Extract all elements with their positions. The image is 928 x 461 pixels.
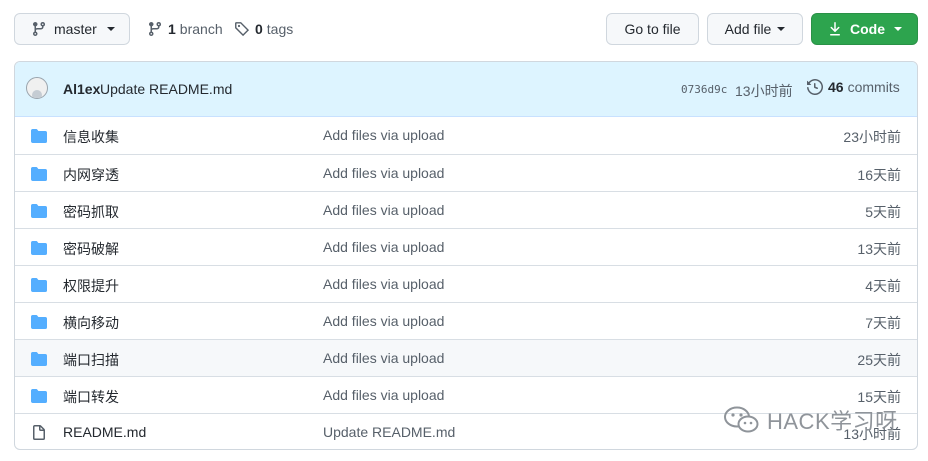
file-browser: Al1ex Update README.md 0736d9c 13小时前 46 … bbox=[14, 61, 918, 450]
add-file-label: Add file bbox=[724, 21, 772, 37]
repo-toolbar: master 1 branch 0 tags Go to file Add fi… bbox=[14, 13, 918, 45]
branch-count-label: branch bbox=[179, 21, 223, 37]
go-to-file-button[interactable]: Go to file bbox=[606, 13, 699, 45]
file-name[interactable]: 端口转发 bbox=[63, 387, 119, 407]
chevron-down-icon bbox=[777, 27, 786, 31]
folder-icon bbox=[31, 241, 47, 255]
file-age: 4天前 bbox=[865, 278, 901, 294]
folder-icon bbox=[31, 167, 47, 181]
file-commit-message[interactable]: Update README.md bbox=[323, 424, 455, 440]
tag-icon bbox=[235, 22, 250, 37]
folder-icon bbox=[31, 389, 47, 403]
commit-count-label: commits bbox=[847, 79, 900, 95]
download-icon bbox=[830, 22, 840, 36]
commit-message[interactable]: Update README.md bbox=[100, 81, 232, 97]
file-age: 7天前 bbox=[865, 315, 901, 331]
latest-commit-bar: Al1ex Update README.md 0736d9c 13小时前 46 … bbox=[15, 62, 917, 117]
folder-icon bbox=[31, 129, 47, 143]
folder-icon bbox=[31, 315, 47, 329]
branch-select-button[interactable]: master bbox=[14, 13, 130, 45]
table-row[interactable]: 信息收集 Add files via upload 23小时前 bbox=[15, 117, 917, 154]
table-row[interactable]: 端口扫描 Add files via upload 25天前 bbox=[15, 339, 917, 376]
history-icon bbox=[807, 79, 823, 95]
table-row[interactable]: 密码抓取 Add files via upload 5天前 bbox=[15, 191, 917, 228]
file-age: 25天前 bbox=[857, 352, 901, 368]
tag-count-label: tags bbox=[266, 21, 294, 37]
branches-link[interactable]: 1 branch bbox=[147, 13, 223, 45]
file-age: 23小时前 bbox=[843, 129, 901, 145]
watermark: HACK学习呀 bbox=[723, 404, 898, 436]
git-branch-icon bbox=[32, 22, 45, 37]
commit-sha[interactable]: 0736d9c bbox=[681, 83, 727, 96]
file-icon bbox=[33, 425, 45, 440]
file-name[interactable]: 权限提升 bbox=[63, 276, 119, 296]
file-age: 16天前 bbox=[857, 167, 901, 183]
file-name[interactable]: 内网穿透 bbox=[63, 165, 119, 185]
commits-link[interactable]: 46 commits bbox=[807, 79, 900, 95]
file-name[interactable]: 密码抓取 bbox=[63, 202, 119, 222]
file-commit-message[interactable]: Add files via upload bbox=[323, 387, 444, 403]
avatar[interactable] bbox=[26, 77, 48, 99]
branch-count: 1 bbox=[168, 21, 176, 37]
commit-count: 46 bbox=[828, 79, 844, 95]
file-name[interactable]: README.md bbox=[63, 424, 146, 440]
code-label: Code bbox=[850, 21, 885, 37]
watermark-text: HACK学习呀 bbox=[767, 409, 898, 434]
tags-link[interactable]: 0 tags bbox=[234, 13, 293, 45]
commit-time: 13小时前 bbox=[735, 83, 793, 99]
file-commit-message[interactable]: Add files via upload bbox=[323, 165, 444, 181]
code-button[interactable]: Code bbox=[811, 13, 918, 45]
folder-icon bbox=[31, 278, 47, 292]
wechat-icon bbox=[724, 406, 759, 433]
file-name[interactable]: 横向移动 bbox=[63, 313, 119, 333]
file-name[interactable]: 密码破解 bbox=[63, 239, 119, 259]
file-commit-message[interactable]: Add files via upload bbox=[323, 127, 444, 143]
file-list: 信息收集 Add files via upload 23小时前 内网穿透 Add… bbox=[15, 117, 917, 449]
tag-count: 0 bbox=[255, 21, 263, 37]
file-commit-message[interactable]: Add files via upload bbox=[323, 276, 444, 292]
table-row[interactable]: 密码破解 Add files via upload 13天前 bbox=[15, 228, 917, 265]
branch-select-label: master bbox=[54, 21, 97, 37]
add-file-button[interactable]: Add file bbox=[707, 13, 803, 45]
file-commit-message[interactable]: Add files via upload bbox=[323, 239, 444, 255]
file-commit-message[interactable]: Add files via upload bbox=[323, 350, 444, 366]
file-age: 5天前 bbox=[865, 204, 901, 220]
commit-author[interactable]: Al1ex bbox=[63, 81, 100, 97]
table-row[interactable]: 权限提升 Add files via upload 4天前 bbox=[15, 265, 917, 302]
file-name[interactable]: 端口扫描 bbox=[63, 350, 119, 370]
table-row[interactable]: 内网穿透 Add files via upload 16天前 bbox=[15, 154, 917, 191]
file-name[interactable]: 信息收集 bbox=[63, 127, 119, 147]
file-commit-message[interactable]: Add files via upload bbox=[323, 202, 444, 218]
folder-icon bbox=[31, 204, 47, 218]
file-commit-message[interactable]: Add files via upload bbox=[323, 313, 444, 329]
chevron-down-icon bbox=[106, 27, 115, 31]
file-age: 13天前 bbox=[857, 241, 901, 257]
table-row[interactable]: 横向移动 Add files via upload 7天前 bbox=[15, 302, 917, 339]
git-branch-icon bbox=[148, 22, 161, 37]
chevron-down-icon bbox=[894, 27, 902, 31]
folder-icon bbox=[31, 352, 47, 366]
